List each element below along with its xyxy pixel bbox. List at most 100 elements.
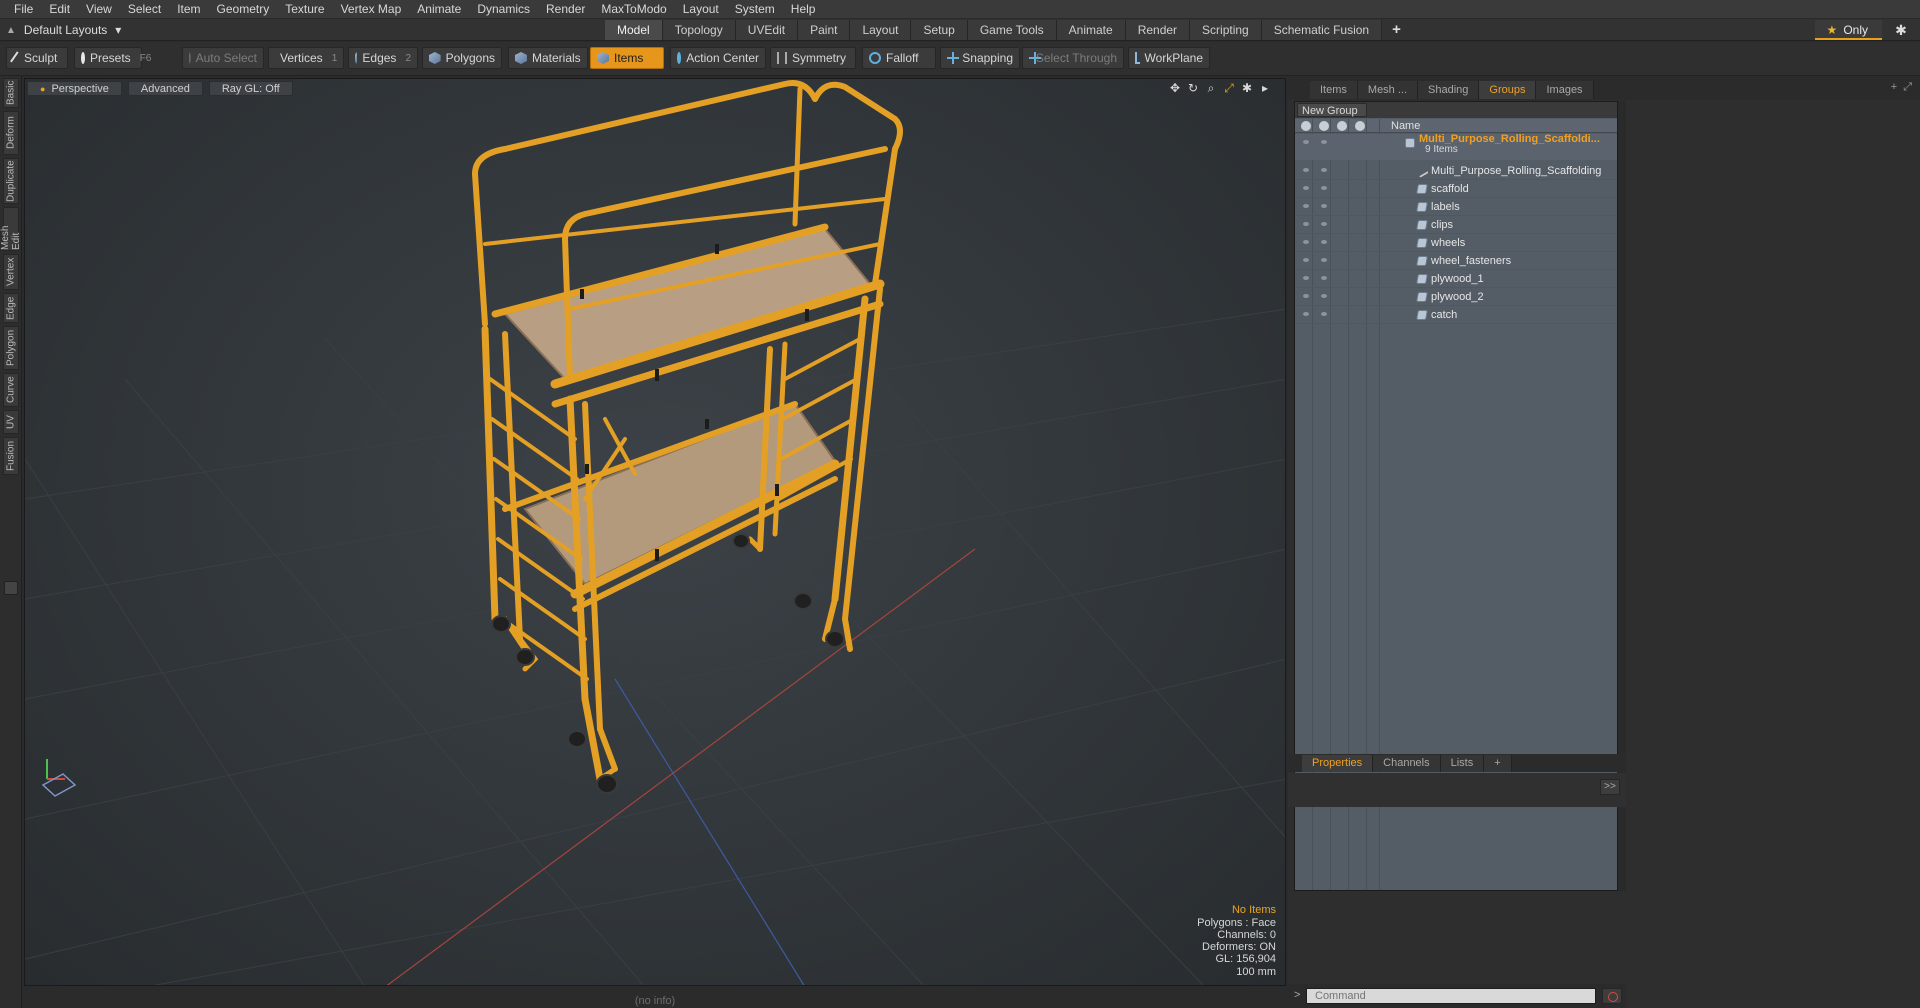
- vertices-button[interactable]: Vertices 1: [268, 47, 344, 69]
- fit-view-icon[interactable]: ⤢: [1223, 81, 1235, 96]
- menu-item-edit[interactable]: Edit: [41, 0, 78, 19]
- visibility-eye-icon[interactable]: [1321, 140, 1327, 144]
- group-item-row[interactable]: scaffold: [1295, 180, 1617, 198]
- visibility-eye-icon[interactable]: [1301, 121, 1311, 131]
- visibility-eye-icon[interactable]: [1321, 186, 1327, 190]
- tab-animate[interactable]: Animate: [1056, 20, 1126, 40]
- tab-schematic-fusion[interactable]: Schematic Fusion: [1261, 20, 1383, 40]
- rotate-view-icon[interactable]: ↻: [1187, 81, 1199, 96]
- falloff-button[interactable]: Falloff: [862, 47, 936, 69]
- tool-tab-duplicate[interactable]: Duplicate: [3, 158, 19, 204]
- expand-properties-button[interactable]: >>: [1600, 779, 1620, 795]
- visibility-eye-icon[interactable]: [1303, 258, 1309, 262]
- visibility-eye-icon[interactable]: [1321, 240, 1327, 244]
- tool-tab-polygon[interactable]: Polygon: [3, 326, 19, 370]
- action-center-button[interactable]: Action Center: [670, 47, 766, 69]
- tab-scripting[interactable]: Scripting: [1190, 20, 1262, 40]
- collapse-up-icon[interactable]: ▲: [6, 25, 16, 36]
- tab-paint[interactable]: Paint: [798, 20, 851, 40]
- group-root-row[interactable]: Multi_Purpose_Rolling_Scaffoldi... 9 Item…: [1295, 133, 1617, 160]
- edges-button[interactable]: Edges 2: [348, 47, 418, 69]
- group-item-row[interactable]: wheel_fasteners: [1295, 252, 1617, 270]
- maximize-icon[interactable]: ⤢: [1903, 81, 1912, 94]
- group-item-row[interactable]: Multi_Purpose_Rolling_Scaffolding: [1295, 162, 1617, 180]
- presets-button[interactable]: Presets F6: [74, 47, 151, 69]
- group-item-row[interactable]: clips: [1295, 216, 1617, 234]
- tool-tab-mesh-edit[interactable]: Mesh Edit: [0, 207, 22, 251]
- panel-tab-shading[interactable]: Shading: [1418, 81, 1480, 99]
- menu-item-help[interactable]: Help: [783, 0, 824, 19]
- menu-item-animate[interactable]: Animate: [409, 0, 469, 19]
- group-item-row[interactable]: plywood_1: [1295, 270, 1617, 288]
- materials-button[interactable]: Materials: [508, 47, 588, 69]
- properties-tab-properties[interactable]: Properties: [1302, 755, 1374, 772]
- visibility-eye-icon[interactable]: [1303, 240, 1309, 244]
- visibility-eye-icon[interactable]: [1321, 276, 1327, 280]
- tab-render[interactable]: Render: [1125, 20, 1191, 40]
- menu-item-layout[interactable]: Layout: [675, 0, 727, 19]
- menu-item-vertex-map[interactable]: Vertex Map: [333, 0, 410, 19]
- tab-model[interactable]: Model: [605, 20, 663, 40]
- tool-tab-vertex[interactable]: Vertex: [3, 254, 19, 290]
- new-group-button[interactable]: New Group: [1297, 103, 1367, 117]
- visibility-eye-icon[interactable]: [1303, 140, 1309, 144]
- shading-mode-button[interactable]: Advanced: [127, 80, 203, 96]
- expand-arrow-icon[interactable]: ▸: [1259, 81, 1271, 96]
- group-item-row[interactable]: plywood_2: [1295, 288, 1617, 306]
- visibility-eye-icon[interactable]: [1303, 312, 1309, 316]
- only-toggle-button[interactable]: ★ Only: [1814, 20, 1882, 40]
- menu-item-item[interactable]: Item: [169, 0, 208, 19]
- tab-topology[interactable]: Topology: [662, 20, 736, 40]
- tool-tab-curve[interactable]: Curve: [3, 373, 19, 407]
- panel-tab-images[interactable]: Images: [1536, 81, 1594, 99]
- visibility-eye-icon[interactable]: [1321, 204, 1327, 208]
- tab-game-tools[interactable]: Game Tools: [967, 20, 1057, 40]
- menu-item-select[interactable]: Select: [120, 0, 169, 19]
- visibility-eye-icon[interactable]: [1321, 258, 1327, 262]
- visibility-eye-icon[interactable]: [1321, 168, 1327, 172]
- symmetry-button[interactable]: Symmetry: [770, 47, 856, 69]
- snapping-button[interactable]: Snapping: [940, 47, 1020, 69]
- view-mode-button[interactable]: ● Perspective: [27, 80, 122, 96]
- tab-layout[interactable]: Layout: [850, 20, 912, 40]
- visibility-eye-icon[interactable]: [1303, 204, 1309, 208]
- render-toggle-icon[interactable]: [1319, 121, 1329, 131]
- panel-tab-items[interactable]: Items: [1310, 81, 1358, 99]
- menu-item-view[interactable]: View: [78, 0, 120, 19]
- menu-item-geometry[interactable]: Geometry: [209, 0, 278, 19]
- visibility-eye-icon[interactable]: [1303, 276, 1309, 280]
- 3d-viewport[interactable]: ● Perspective Advanced Ray GL: Off ✥ ↻ ⌕ …: [24, 78, 1286, 986]
- add-tab-icon[interactable]: +: [1891, 81, 1897, 94]
- visibility-eye-icon[interactable]: [1303, 294, 1309, 298]
- workplane-button[interactable]: WorkPlane: [1128, 47, 1210, 69]
- tool-tab-edge[interactable]: Edge: [3, 293, 19, 323]
- menu-item-render[interactable]: Render: [538, 0, 593, 19]
- group-item-row[interactable]: wheels: [1295, 234, 1617, 252]
- visibility-eye-icon[interactable]: [1321, 312, 1327, 316]
- select-through-button[interactable]: Select Through: [1022, 47, 1124, 69]
- command-input[interactable]: [1306, 988, 1596, 1004]
- menu-item-texture[interactable]: Texture: [277, 0, 332, 19]
- menu-item-system[interactable]: System: [727, 0, 783, 19]
- move-view-icon[interactable]: ✥: [1169, 81, 1181, 96]
- group-item-row[interactable]: labels: [1295, 198, 1617, 216]
- visibility-eye-icon[interactable]: [1303, 168, 1309, 172]
- lock-toggle-icon[interactable]: [1337, 121, 1347, 131]
- panel-tab-mesh[interactable]: Mesh ...: [1357, 81, 1419, 99]
- items-button[interactable]: Items: [590, 47, 664, 69]
- menu-item-maxtomodo[interactable]: MaxToModo: [593, 0, 674, 19]
- properties-tab-channels[interactable]: Channels: [1373, 755, 1441, 772]
- tab-uvedit[interactable]: UVEdit: [735, 20, 799, 40]
- layout-dropdown[interactable]: ▲ Default Layouts ▾: [6, 21, 121, 39]
- tool-tab-fusion[interactable]: Fusion: [3, 437, 19, 475]
- viewport-gear-icon[interactable]: ✱: [1241, 81, 1253, 96]
- add-properties-tab-icon[interactable]: +: [1484, 755, 1512, 772]
- palette-toggle-button[interactable]: [4, 581, 18, 595]
- visibility-eye-icon[interactable]: [1303, 186, 1309, 190]
- raygl-button[interactable]: Ray GL: Off: [208, 80, 293, 96]
- auto-select-button[interactable]: Auto Select: [182, 47, 264, 69]
- group-item-row[interactable]: catch: [1295, 306, 1617, 324]
- tool-tab-deform[interactable]: Deform: [3, 111, 19, 155]
- tool-tab-basic[interactable]: Basic: [3, 78, 19, 108]
- tool-tab-uv[interactable]: UV: [3, 410, 19, 434]
